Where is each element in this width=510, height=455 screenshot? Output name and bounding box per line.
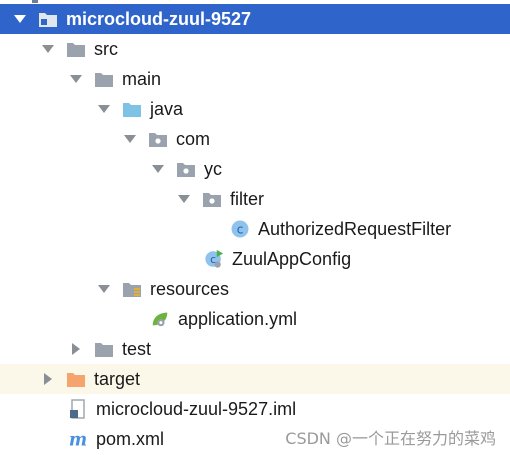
tree-item-iml-file[interactable]: microcloud-zuul-9527.iml — [0, 394, 510, 424]
tree-item-authorized-request-filter[interactable]: c AuthorizedRequestFilter — [0, 214, 510, 244]
tree-item-yc[interactable]: yc — [0, 154, 510, 184]
resources-folder-icon — [122, 279, 142, 299]
package-icon — [202, 189, 222, 209]
package-icon — [176, 159, 196, 179]
collapse-arrow-icon[interactable] — [40, 364, 56, 394]
tree-item-label: filter — [230, 188, 265, 209]
tree-item-label: application.yml — [178, 308, 298, 329]
tree-item-label: yc — [204, 158, 222, 179]
tree-item-test[interactable]: test — [0, 334, 510, 364]
folder-icon — [94, 339, 114, 359]
watermark: CSDN @一个正在努力的菜鸡 — [285, 429, 496, 448]
module-folder-icon — [38, 9, 58, 29]
class-icon: c — [230, 219, 250, 239]
collapse-arrow-icon[interactable] — [68, 334, 84, 364]
tree-item-label: AuthorizedRequestFilter — [258, 218, 452, 239]
tree-item-java[interactable]: java — [0, 94, 510, 124]
tree-item-label: java — [150, 98, 184, 119]
tree-item-label: test — [122, 338, 152, 359]
expand-arrow-icon[interactable] — [96, 274, 112, 304]
source-folder-icon — [122, 99, 142, 119]
tree-item-main[interactable]: main — [0, 64, 510, 94]
expand-arrow-icon[interactable] — [150, 154, 166, 184]
tree-item-zuul-app-config[interactable]: c ZuulAppConfig — [0, 244, 510, 274]
svg-text:c: c — [237, 223, 244, 237]
tree-item-target[interactable]: target — [0, 364, 510, 394]
tree-item-label: resources — [150, 278, 230, 299]
tree-item-label: main — [122, 68, 162, 89]
tree-item-label: src — [94, 38, 118, 59]
expand-arrow-icon[interactable] — [40, 34, 56, 64]
tree-item-application-yml[interactable]: application.yml — [0, 304, 510, 334]
expand-arrow-icon[interactable] — [96, 94, 112, 124]
tree-item-label: ZuulAppConfig — [232, 248, 352, 269]
svg-text:m: m — [69, 430, 87, 449]
tree-item-label: microcloud-zuul-9527.iml — [96, 398, 297, 419]
expand-arrow-icon[interactable] — [12, 4, 28, 34]
maven-icon: m — [68, 429, 88, 449]
folder-icon — [66, 39, 86, 59]
tree-item-label: target — [94, 368, 141, 389]
tree-item-label: microcloud-zuul-9527 — [66, 8, 252, 29]
tree-item-resources[interactable]: resources — [0, 274, 510, 304]
expand-arrow-icon[interactable] — [122, 124, 138, 154]
expand-arrow-icon[interactable] — [68, 64, 84, 94]
excluded-folder-icon — [66, 369, 86, 389]
expand-arrow-icon[interactable] — [176, 184, 192, 214]
spring-config-icon — [150, 309, 170, 329]
scroll-remnant — [32, 0, 38, 3]
tree-item-com[interactable]: com — [0, 124, 510, 154]
module-file-icon — [68, 399, 88, 419]
tree-item-label: com — [176, 128, 211, 149]
folder-icon — [94, 69, 114, 89]
tree-item-filter[interactable]: filter — [0, 184, 510, 214]
tree-item-module-root[interactable]: microcloud-zuul-9527 — [0, 4, 510, 34]
runnable-class-icon: c — [204, 249, 224, 269]
package-icon — [148, 129, 168, 149]
tree-item-src[interactable]: src — [0, 34, 510, 64]
tree-item-label: pom.xml — [96, 428, 165, 449]
